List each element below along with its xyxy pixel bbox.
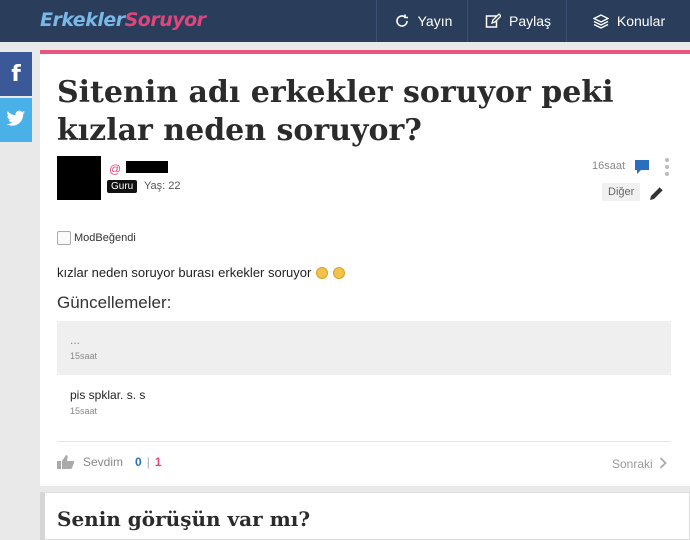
twitter-share-button[interactable]: [0, 98, 32, 142]
update-item: pis spklar. s. s 15saat: [57, 382, 671, 422]
category-tag[interactable]: Diğer: [602, 183, 641, 201]
question-card: Sitenin adı erkekler soruyor peki kızlar…: [40, 50, 690, 486]
nav-konular[interactable]: Konular: [566, 0, 690, 42]
question-time: 16saat: [592, 160, 626, 172]
like-bar[interactable]: Sevdim 0 | 1: [57, 455, 162, 469]
twitter-bird-icon: [6, 108, 26, 133]
guru-badge: Guru: [107, 180, 138, 193]
comment-icon[interactable]: [634, 159, 650, 175]
question-body-text: kızlar neden soruyor burası erkekler sor…: [57, 265, 312, 280]
update-text: ...: [70, 333, 81, 347]
more-options-icon[interactable]: [664, 157, 670, 177]
layers-icon: [592, 12, 610, 30]
update-time: 15saat: [70, 406, 98, 416]
nav-paylas[interactable]: Paylaş: [467, 0, 567, 42]
nav-yayin[interactable]: Yayın: [376, 0, 468, 42]
like-count: 0: [135, 455, 142, 469]
smile-emoji-icon: [316, 266, 329, 279]
mod-like-checkbox[interactable]: ModBeğendi: [57, 231, 136, 245]
question-body: kızlar neden soruyor burası erkekler sor…: [57, 265, 346, 280]
edit-icon: [484, 12, 502, 30]
refresh-icon: [393, 12, 411, 30]
update-item: ... 15saat: [57, 321, 671, 375]
checkbox-box[interactable]: [57, 231, 71, 245]
nav-konular-label: Konular: [616, 13, 666, 29]
like-label[interactable]: Sevdim: [83, 455, 123, 469]
username-redacted[interactable]: [126, 161, 168, 173]
author-age: Yaş: 22: [144, 180, 181, 192]
thumbs-up-icon[interactable]: [57, 455, 75, 469]
logo-part-2: Soruyor: [124, 9, 206, 31]
next-label: Sonraki: [612, 457, 653, 471]
mod-like-label: ModBeğendi: [74, 232, 136, 244]
divider: [57, 441, 671, 442]
site-logo[interactable]: ErkeklerSoruyor: [40, 9, 206, 31]
count-separator: |: [146, 455, 150, 469]
chevron-right-icon: [659, 456, 667, 472]
update-text: pis spklar. s. s: [70, 388, 146, 402]
at-icon: @: [109, 162, 122, 176]
nav-yayin-label: Yayın: [417, 13, 453, 29]
facebook-icon: f: [11, 61, 21, 87]
opinion-card: Senin görüşün var mı?: [40, 492, 690, 540]
top-navbar: ErkeklerSoruyor Yayın Paylaş Konular: [0, 0, 690, 42]
smile-emoji-icon: [333, 266, 346, 279]
question-title: Sitenin adı erkekler soruyor peki kızlar…: [57, 75, 614, 148]
update-time: 15saat: [70, 351, 98, 361]
pencil-icon[interactable]: [648, 184, 666, 202]
opinion-title: Senin görüşün var mı?: [57, 507, 311, 531]
other-count: 1: [154, 455, 162, 469]
avatar[interactable]: [57, 156, 101, 200]
next-button[interactable]: Sonraki: [612, 456, 667, 472]
facebook-share-button[interactable]: f: [0, 52, 32, 96]
logo-part-1: Erkekler: [40, 9, 125, 31]
nav-paylas-label: Paylaş: [508, 13, 552, 29]
updates-heading: Güncellemeler:: [57, 293, 172, 312]
